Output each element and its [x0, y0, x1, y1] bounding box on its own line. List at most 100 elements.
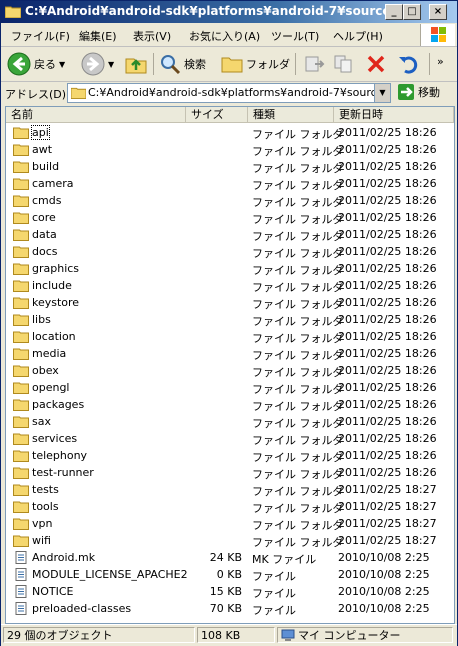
move-to-button[interactable] [303, 50, 325, 78]
file-type: ファイル フォルダ [252, 519, 344, 532]
folder-icon [13, 399, 29, 411]
menu-favorites[interactable]: お気に入り(A) [189, 28, 260, 44]
column-header-size[interactable]: サイズ [186, 107, 248, 123]
list-item[interactable]: packages ファイル フォルダ 2011/02/25 18:26 [6, 396, 454, 413]
column-header-name[interactable]: 名前 [6, 107, 186, 123]
folder-icon [13, 144, 29, 156]
copy-to-button[interactable] [333, 50, 355, 78]
file-date: 2010/10/08 2:25 [338, 602, 430, 615]
file-type: ファイル フォルダ [252, 315, 344, 328]
column-header-type[interactable]: 種類 [248, 107, 334, 123]
menu-help[interactable]: ヘルプ(H) [333, 28, 383, 44]
file-list[interactable]: 名前 サイズ 種類 更新日時 api ファイル フォルダ 2011/02/25 18… [5, 106, 455, 624]
list-item[interactable]: MODULE_LICENSE_APACHE2 0 KB ファイル 2010/10/08… [6, 566, 454, 583]
list-item[interactable]: NOTICE 15 KB ファイル 2010/10/08 2:25 [6, 583, 454, 600]
list-item[interactable]: include ファイル フォルダ 2011/02/25 18:26 [6, 277, 454, 294]
list-item[interactable]: test-runner ファイル フォルダ 2011/02/25 18:26 [6, 464, 454, 481]
folder-icon [13, 348, 29, 360]
list-item[interactable]: telephony ファイル フォルダ 2011/02/25 18:26 [6, 447, 454, 464]
folder-icon [13, 178, 29, 190]
list-item[interactable]: awt ファイル フォルダ 2011/02/25 18:26 [6, 141, 454, 158]
list-item[interactable]: docs ファイル フォルダ 2011/02/25 18:26 [6, 243, 454, 260]
close-button[interactable]: × [429, 4, 447, 20]
undo-icon [399, 56, 418, 74]
list-item[interactable]: data ファイル フォルダ 2011/02/25 18:26 [6, 226, 454, 243]
file-name: sax [32, 415, 51, 428]
back-button[interactable]: 戻る ▼ [7, 50, 65, 78]
list-item[interactable]: Android.mk 24 KB MK ファイル 2010/10/08 2:25 [6, 549, 454, 566]
list-item[interactable]: tools ファイル フォルダ 2011/02/25 18:27 [6, 498, 454, 515]
list-item[interactable]: preloaded-classes 70 KB ファイル 2010/10/08 2:2… [6, 600, 454, 617]
explorer-window: C:¥Android¥android-sdk¥platforms¥android… [0, 0, 458, 646]
delete-button[interactable] [365, 50, 387, 78]
file-name: awt [32, 143, 53, 156]
file-name: NOTICE [32, 585, 74, 598]
status-bar: 29 個のオブジェクト 108 KB マイ コンピューター [1, 624, 457, 646]
file-name: libs [32, 313, 51, 326]
forward-button[interactable]: ▼ [81, 50, 114, 78]
folder-icon [13, 127, 29, 139]
list-item[interactable]: api ファイル フォルダ 2011/02/25 18:26 [6, 124, 454, 141]
file-type: ファイル フォルダ [252, 179, 344, 192]
toolbar-overflow-icon[interactable]: » [437, 55, 444, 68]
folders-button[interactable]: フォルダ [221, 50, 290, 78]
folder-icon [13, 297, 29, 309]
list-item[interactable]: build ファイル フォルダ 2011/02/25 18:26 [6, 158, 454, 175]
menu-view[interactable]: 表示(V) [133, 28, 171, 44]
list-item[interactable]: media ファイル フォルダ 2011/02/25 18:26 [6, 345, 454, 362]
title-bar[interactable]: C:¥Android¥android-sdk¥platforms¥android… [1, 1, 457, 23]
file-name: opengl [32, 381, 70, 394]
search-button[interactable]: 検索 [159, 50, 206, 78]
folder-icon [13, 280, 29, 292]
status-location: マイ コンピューター [277, 627, 453, 643]
windows-logo-icon [420, 24, 455, 46]
file-name: packages [32, 398, 85, 411]
file-type: ファイル フォルダ [252, 349, 344, 362]
folder-icon [71, 87, 86, 99]
list-item[interactable]: cmds ファイル フォルダ 2011/02/25 18:26 [6, 192, 454, 209]
minimize-button[interactable]: _ [385, 4, 403, 20]
list-item[interactable]: sax ファイル フォルダ 2011/02/25 18:26 [6, 413, 454, 430]
folder-icon [13, 161, 29, 173]
file-name: preloaded-classes [32, 602, 132, 615]
file-name: services [32, 432, 78, 445]
file-type: ファイル フォルダ [252, 400, 344, 413]
folder-icon [13, 229, 29, 241]
maximize-button[interactable]: □ [403, 4, 421, 20]
delete-x-icon [367, 55, 385, 73]
menu-file[interactable]: ファイル(F) [11, 28, 70, 44]
file-name: wifi [32, 534, 51, 547]
chevron-down-icon[interactable]: ▼ [108, 60, 114, 69]
file-date: 2011/02/25 18:26 [338, 364, 437, 377]
menu-edit[interactable]: 編集(E) [79, 28, 117, 44]
list-item[interactable]: obex ファイル フォルダ 2011/02/25 18:26 [6, 362, 454, 379]
list-item[interactable]: camera ファイル フォルダ 2011/02/25 18:26 [6, 175, 454, 192]
up-folder-button[interactable] [125, 50, 147, 78]
file-date: 2011/02/25 18:26 [338, 313, 437, 326]
folder-icon [13, 433, 29, 445]
column-header-date[interactable]: 更新日時 [334, 107, 454, 123]
list-item[interactable]: libs ファイル フォルダ 2011/02/25 18:26 [6, 311, 454, 328]
list-item[interactable]: keystore ファイル フォルダ 2011/02/25 18:26 [6, 294, 454, 311]
file-name: graphics [32, 262, 80, 275]
chevron-down-icon[interactable]: ▼ [59, 60, 65, 69]
address-dropdown-icon[interactable]: ▼ [374, 84, 390, 102]
file-type: ファイル フォルダ [252, 213, 344, 226]
list-item[interactable]: graphics ファイル フォルダ 2011/02/25 18:26 [6, 260, 454, 277]
list-item[interactable]: services ファイル フォルダ 2011/02/25 18:26 [6, 430, 454, 447]
list-item[interactable]: core ファイル フォルダ 2011/02/25 18:26 [6, 209, 454, 226]
list-item[interactable]: wifi ファイル フォルダ 2011/02/25 18:27 [6, 532, 454, 549]
list-item[interactable]: location ファイル フォルダ 2011/02/25 18:26 [6, 328, 454, 345]
go-button[interactable]: 移動 [397, 83, 440, 101]
folder-icon [13, 314, 29, 326]
list-item[interactable]: vpn ファイル フォルダ 2011/02/25 18:27 [6, 515, 454, 532]
file-name: test-runner [32, 466, 94, 479]
undo-button[interactable] [397, 50, 419, 78]
back-arrow-icon [7, 52, 31, 76]
address-input[interactable]: C:¥Android¥android-sdk¥platforms¥android… [67, 83, 391, 103]
file-name: docs [32, 245, 58, 258]
address-label: アドレス(D) [5, 88, 67, 101]
list-item[interactable]: opengl ファイル フォルダ 2011/02/25 18:26 [6, 379, 454, 396]
menu-tools[interactable]: ツール(T) [271, 28, 319, 44]
list-item[interactable]: tests ファイル フォルダ 2011/02/25 18:27 [6, 481, 454, 498]
